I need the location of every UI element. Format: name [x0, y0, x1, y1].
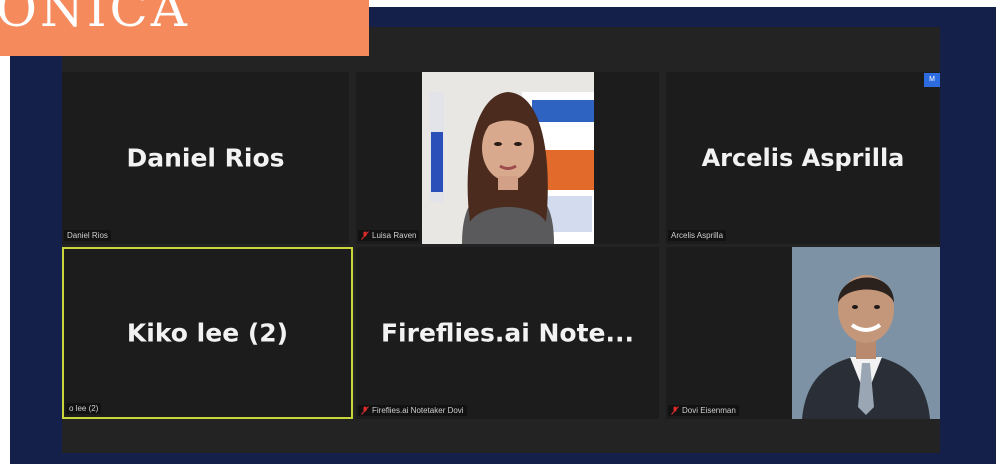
video-frame-man	[792, 247, 940, 419]
participant-display-name: Arcelis Asprilla	[701, 144, 905, 172]
name-tag-label: Arcelis Asprilla	[671, 231, 724, 240]
zoom-gallery-view: Daniel Rios Daniel Rios Luisa Raven M Ar…	[62, 27, 940, 453]
participant-video	[422, 72, 594, 244]
participant-tile-kiko-lee-active[interactable]: Kiko lee (2) o lee (2)	[62, 247, 353, 419]
mic-off-icon	[361, 231, 369, 240]
brand-banner-text: ONICA	[0, 0, 190, 38]
participant-name-tag: Daniel Rios	[64, 230, 111, 241]
participant-display-name: Daniel Rios	[126, 143, 285, 173]
participant-name-tag: o lee (2)	[66, 403, 102, 414]
name-tag-label: Fireflies.ai Notetaker Dovi	[372, 406, 464, 415]
participant-display-name: Kiko lee (2)	[126, 318, 289, 348]
participant-name-tag: Luisa Raven	[358, 230, 420, 241]
participant-tile-luisa-raven[interactable]: Luisa Raven	[356, 72, 659, 244]
participant-tile-arcelis-asprilla[interactable]: M Arcelis Asprilla Arcelis Asprilla	[666, 72, 940, 244]
participant-tile-dovi-eisenman[interactable]: Dovi Eisenman	[666, 247, 940, 419]
video-frame-woman	[422, 72, 594, 244]
participant-name-tag: Arcelis Asprilla	[668, 230, 727, 241]
participant-display-name: Fireflies.ai Note...	[380, 318, 634, 348]
mic-off-icon	[361, 406, 369, 415]
name-tag-label: o lee (2)	[69, 404, 99, 413]
name-tag-label: Luisa Raven	[372, 231, 417, 240]
tile-badge: M	[924, 73, 940, 87]
participant-video	[792, 247, 940, 419]
name-tag-label: Daniel Rios	[67, 231, 108, 240]
participant-tile-fireflies-notetaker[interactable]: Fireflies.ai Note... Fireflies.ai Noteta…	[356, 247, 659, 419]
name-tag-label: Dovi Eisenman	[682, 406, 736, 415]
mic-off-icon	[671, 406, 679, 415]
participant-tile-daniel-rios[interactable]: Daniel Rios Daniel Rios	[62, 72, 349, 244]
participant-name-tag: Dovi Eisenman	[668, 405, 739, 416]
brand-banner: ONICA	[0, 0, 369, 56]
participant-name-tag: Fireflies.ai Notetaker Dovi	[358, 405, 467, 416]
